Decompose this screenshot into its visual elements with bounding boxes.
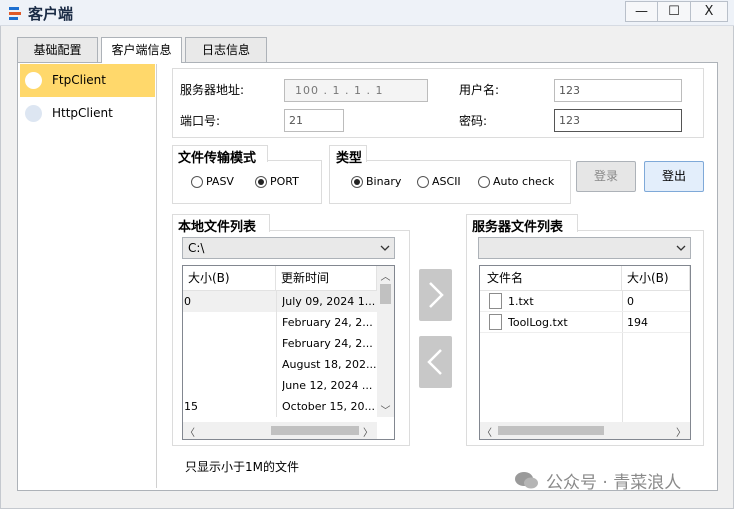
client-item-ftp[interactable]: FtpClient: [20, 64, 155, 97]
cell-name: ToolLog.txt: [508, 316, 568, 329]
vertical-scrollbar[interactable]: ︿ ﹀: [377, 266, 394, 417]
chevron-left-icon: [427, 349, 442, 375]
ascii-radio[interactable]: [417, 176, 429, 188]
server-address-label: 服务器地址:: [180, 83, 245, 97]
minimize-button[interactable]: —: [625, 1, 658, 22]
table-row[interactable]: 1.txt 0: [480, 291, 690, 312]
client-item-label: FtpClient: [52, 73, 106, 87]
username-label: 用户名:: [459, 83, 500, 97]
scroll-right-icon[interactable]: 〉: [363, 424, 373, 439]
password-label: 密码:: [459, 114, 488, 128]
port-radio[interactable]: [255, 176, 267, 188]
auto-check-radio[interactable]: [478, 176, 490, 188]
server-file-grid: 文件名 大小(B) 1.txt 0 ToolLog.txt 194 〈 〉: [479, 265, 691, 440]
server-path-select[interactable]: [478, 237, 691, 259]
status-dot-icon: [25, 72, 42, 89]
table-row[interactable]: 15 October 15, 20...: [183, 396, 377, 417]
scroll-thumb[interactable]: [498, 426, 604, 435]
port-mode-label: PORT: [270, 175, 299, 188]
column-header-size[interactable]: 大小(B): [183, 266, 276, 291]
cell-time: October 15, 20...: [282, 400, 375, 413]
cell-size: [184, 375, 274, 396]
chevron-right-icon: [429, 282, 444, 308]
type-label: 类型: [336, 151, 363, 166]
client-item-label: HttpClient: [52, 106, 113, 120]
tab-log-info[interactable]: 日志信息: [185, 37, 267, 62]
login-button[interactable]: 登录: [576, 161, 636, 192]
cell-size: 0: [627, 295, 634, 308]
cell-size: [184, 312, 274, 333]
column-header-name[interactable]: 文件名: [480, 266, 622, 291]
cell-time: February 24, 2...: [282, 337, 373, 350]
logout-button[interactable]: 登出: [644, 161, 704, 192]
size-limit-note: 只显示小于1M的文件: [185, 460, 299, 474]
chevron-down-icon: [380, 245, 390, 251]
watermark-text: 公众号 · 青菜浪人: [546, 473, 682, 493]
cell-time: June 12, 2024 ...: [282, 379, 373, 392]
table-row[interactable]: February 24, 2...: [183, 312, 377, 333]
scroll-thumb[interactable]: [271, 426, 359, 435]
table-row[interactable]: February 24, 2...: [183, 333, 377, 354]
port-field[interactable]: 21: [284, 109, 344, 132]
close-button[interactable]: X: [690, 1, 728, 22]
scroll-up-icon[interactable]: ︿: [377, 268, 394, 283]
column-header-time[interactable]: 更新时间: [276, 266, 377, 291]
local-file-grid: 大小(B) 更新时间 0 July 09, 2024 1... February 2…: [182, 265, 395, 440]
ascii-label: ASCII: [432, 175, 461, 188]
client-item-http[interactable]: HttpClient: [20, 97, 155, 130]
table-row[interactable]: 0 July 09, 2024 1...: [183, 291, 377, 312]
table-row[interactable]: ToolLog.txt 194: [480, 312, 690, 333]
scroll-left-icon[interactable]: 〈: [482, 424, 492, 439]
server-files-label: 服务器文件列表: [472, 220, 564, 235]
cell-time: August 18, 202...: [282, 358, 376, 371]
title-bar: [0, 0, 734, 26]
wechat-icon: [514, 470, 540, 490]
cell-time: July 09, 2024 1...: [282, 295, 376, 308]
status-dot-icon: [25, 105, 42, 122]
pasv-label: PASV: [206, 175, 234, 188]
password-field[interactable]: 123: [554, 109, 682, 132]
cell-size: [184, 354, 274, 375]
upload-button[interactable]: [419, 269, 452, 321]
horizontal-scrollbar[interactable]: 〈 〉: [480, 422, 690, 439]
local-path-value: C:\: [188, 241, 205, 255]
table-row[interactable]: June 12, 2024 ...: [183, 375, 377, 396]
file-icon: [489, 314, 502, 330]
scroll-thumb[interactable]: [380, 284, 391, 304]
table-row[interactable]: August 18, 202...: [183, 354, 377, 375]
scroll-right-icon[interactable]: 〉: [676, 424, 686, 439]
auto-check-label: Auto check: [493, 175, 555, 188]
transfer-mode-label: 文件传输模式: [178, 151, 257, 166]
username-field[interactable]: 123: [554, 79, 682, 102]
cell-size: 15: [184, 400, 198, 413]
binary-radio[interactable]: [351, 176, 363, 188]
server-address-field[interactable]: 100 . 1 . 1 . 1: [284, 79, 428, 102]
cell-time: February 24, 2...: [282, 316, 373, 329]
cell-size: [184, 333, 274, 354]
tab-client-info[interactable]: 客户端信息: [101, 37, 182, 63]
scroll-down-icon[interactable]: ﹀: [377, 402, 394, 417]
download-button[interactable]: [419, 336, 452, 388]
pasv-radio[interactable]: [191, 176, 203, 188]
port-label: 端口号:: [180, 114, 221, 128]
cell-name: 1.txt: [508, 295, 534, 308]
cell-size: 0: [184, 295, 191, 308]
app-icon: [8, 5, 24, 21]
maximize-button[interactable]: ☐: [657, 1, 691, 22]
column-header-size[interactable]: 大小(B): [622, 266, 690, 291]
window-title: 客户端: [28, 5, 74, 23]
horizontal-scrollbar[interactable]: 〈 〉: [183, 422, 377, 439]
local-files-label: 本地文件列表: [178, 220, 257, 235]
cell-size: 194: [627, 316, 648, 329]
local-path-select[interactable]: C:\: [182, 237, 395, 259]
file-icon: [489, 293, 502, 309]
chevron-down-icon: [676, 245, 686, 251]
tab-basic-config[interactable]: 基础配置: [17, 37, 98, 62]
binary-label: Binary: [366, 175, 402, 188]
scroll-left-icon[interactable]: 〈: [185, 424, 195, 439]
